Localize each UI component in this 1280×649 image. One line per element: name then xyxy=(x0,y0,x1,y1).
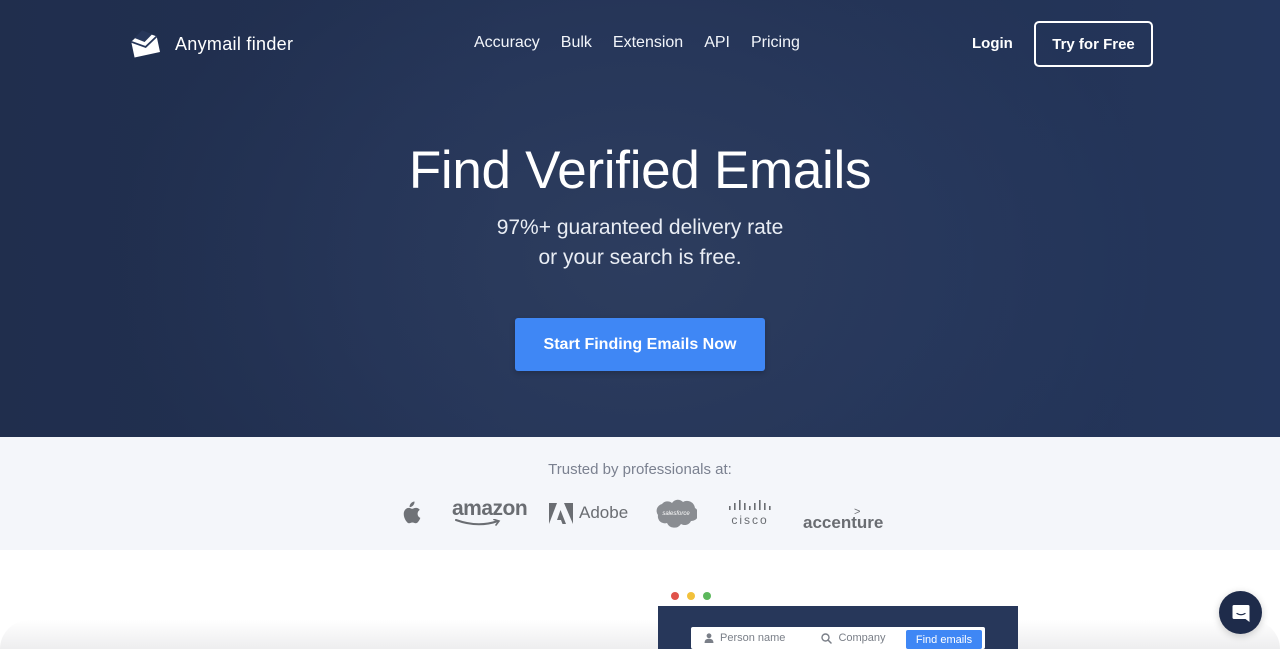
try-for-free-button[interactable]: Try for Free xyxy=(1034,21,1153,67)
amazon-logo: amazon xyxy=(452,495,528,531)
salesforce-logo: salesforce xyxy=(655,495,697,531)
chat-launcher-button[interactable] xyxy=(1219,591,1262,634)
section-shadow xyxy=(0,620,1280,649)
cisco-bars-icon xyxy=(729,500,771,510)
brand-logo-link[interactable]: Anymail finder xyxy=(128,27,293,61)
adobe-logo: Adobe xyxy=(549,495,628,531)
nav-link-pricing[interactable]: Pricing xyxy=(751,34,800,52)
nav-link-api[interactable]: API xyxy=(704,34,730,52)
close-dot-icon xyxy=(671,592,679,600)
top-nav: Anymail finder Accuracy Bulk Extension A… xyxy=(0,0,1280,90)
nav-link-extension[interactable]: Extension xyxy=(613,34,683,52)
demo-search-bar: Person name Company Find emails xyxy=(691,627,985,649)
company-field[interactable]: Company xyxy=(821,632,886,644)
start-finding-emails-button[interactable]: Start Finding Emails Now xyxy=(515,318,765,371)
accenture-logo: > accenture xyxy=(803,506,884,532)
adobe-a-icon xyxy=(549,502,573,524)
person-icon xyxy=(704,633,714,643)
hero-title: Find Verified Emails xyxy=(408,141,872,200)
brand-name: Anymail finder xyxy=(175,33,294,54)
apple-logo-icon xyxy=(400,495,421,531)
nav-link-bulk[interactable]: Bulk xyxy=(561,34,592,52)
person-name-field[interactable]: Person name xyxy=(704,632,785,644)
envelope-logo-icon xyxy=(130,30,161,58)
search-icon xyxy=(821,632,833,644)
demo-window: Person name Company Find emails xyxy=(658,588,1018,649)
chat-icon xyxy=(1232,604,1249,622)
find-emails-button[interactable]: Find emails xyxy=(906,630,982,649)
nav-link-accuracy[interactable]: Accuracy xyxy=(474,34,540,52)
maximize-dot-icon xyxy=(703,592,711,600)
cisco-logo: cisco xyxy=(728,495,772,531)
svg-text:salesforce: salesforce xyxy=(662,511,690,517)
main-menu: Accuracy Bulk Extension API Pricing xyxy=(474,34,800,52)
login-link[interactable]: Login xyxy=(972,35,1013,52)
trusted-label: Trusted by professionals at: xyxy=(548,461,732,478)
hero-subtitle-line2: or your search is free. xyxy=(538,246,742,269)
brand-logos: amazon Adobe salesforce cisco > accentur… xyxy=(0,495,1280,531)
amazon-smile-icon xyxy=(455,519,501,526)
trusted-by-section: Trusted by professionals at: amazon Adob… xyxy=(0,437,1280,550)
hero-subtitle-line1: 97%+ guaranteed delivery rate xyxy=(496,216,784,239)
window-controls xyxy=(671,592,711,600)
minimize-dot-icon xyxy=(687,592,695,600)
